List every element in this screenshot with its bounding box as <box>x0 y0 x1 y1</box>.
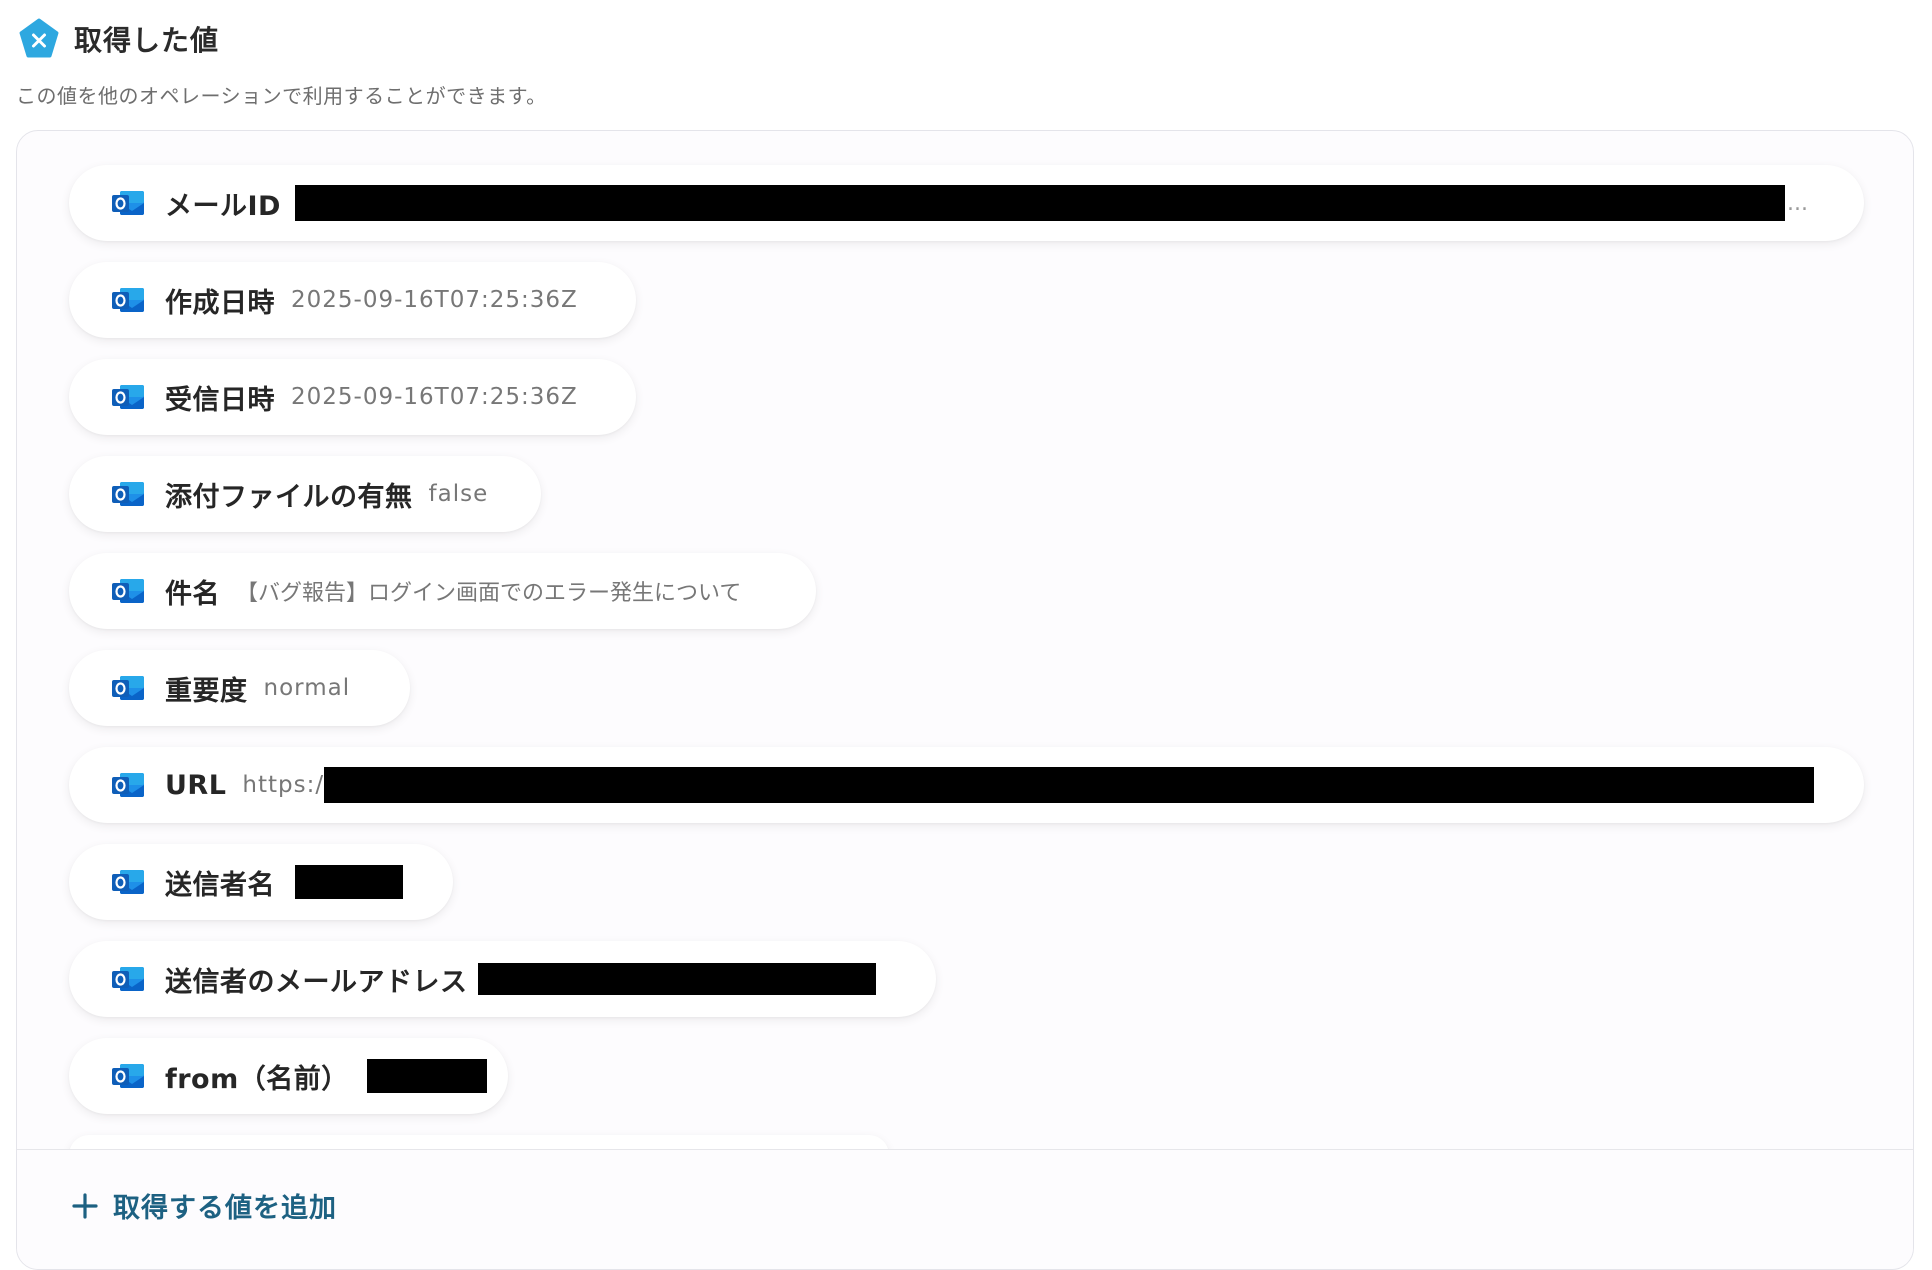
redacted-value <box>295 865 403 899</box>
value-label: 受信日時 <box>165 384 275 416</box>
value-label: 重要度 <box>165 675 248 707</box>
plus-icon <box>72 1192 98 1219</box>
value-chip-importance[interactable]: 重要度 normal <box>69 650 410 726</box>
outlook-icon <box>112 870 144 894</box>
value-text: false <box>428 481 489 507</box>
value-label: 件名 <box>165 578 220 610</box>
truncation-ellipsis: ... <box>1786 190 1808 216</box>
redacted-value <box>366 1059 487 1093</box>
add-value-label: 取得する値を追加 <box>113 1193 337 1224</box>
value-chip-sender-name[interactable]: 送信者名 <box>69 844 453 920</box>
value-label: 添付ファイルの有無 <box>165 481 413 513</box>
value-label: 送信者のメールアドレス <box>165 966 468 998</box>
redacted-value <box>477 963 876 995</box>
value-chip-from-name[interactable]: from（名前） <box>69 1038 508 1114</box>
outlook-icon <box>112 579 144 603</box>
page-subtitle: この値を他のオペレーションで利用することができます。 <box>16 84 547 108</box>
value-label: メールID <box>165 190 281 222</box>
value-text: 2025-09-16T07:25:36Z <box>291 287 578 313</box>
redacted-value <box>324 767 1815 803</box>
outlook-icon <box>112 676 144 700</box>
yoom-logo-icon <box>19 18 59 58</box>
value-chip-created-at[interactable]: 作成日時 2025-09-16T07:25:36Z <box>69 262 636 338</box>
values-panel: メールID ... 作成日時 2025-09-16T07:25:36Z 受信日時… <box>16 130 1914 1270</box>
value-chip-subject[interactable]: 件名 【バグ報告】ログイン画面でのエラー発生について <box>69 553 816 629</box>
page-title: 取得した値 <box>74 24 220 57</box>
value-text: 2025-09-16T07:25:36Z <box>291 384 578 410</box>
outlook-icon <box>112 191 144 215</box>
outlook-icon <box>112 288 144 312</box>
value-chip-mail-id[interactable]: メールID ... <box>69 165 1864 241</box>
value-text: https:/ <box>242 772 325 798</box>
value-text: normal <box>263 675 351 701</box>
value-label: from（名前） <box>165 1063 349 1095</box>
values-list: メールID ... 作成日時 2025-09-16T07:25:36Z 受信日時… <box>69 165 1869 1175</box>
outlook-icon <box>112 482 144 506</box>
outlook-icon <box>112 385 144 409</box>
outlook-icon <box>112 967 144 991</box>
value-label: 送信者名 <box>165 869 275 901</box>
value-chip-received-at[interactable]: 受信日時 2025-09-16T07:25:36Z <box>69 359 636 435</box>
value-chip-has-attachment[interactable]: 添付ファイルの有無 false <box>69 456 541 532</box>
outlook-icon <box>112 773 144 797</box>
header: 取得した値 <box>18 18 219 60</box>
outlook-icon <box>112 1064 144 1088</box>
value-chip-url[interactable]: URL https:/ <box>69 747 1864 823</box>
value-label: 作成日時 <box>165 287 275 319</box>
value-text: 【バグ報告】ログイン画面でのエラー発生について <box>236 581 742 606</box>
redacted-value <box>294 185 1785 221</box>
add-value-button[interactable]: 取得する値を追加 <box>71 1186 337 1225</box>
value-chip-sender-email[interactable]: 送信者のメールアドレス <box>69 941 936 1017</box>
value-label: URL <box>165 769 227 801</box>
